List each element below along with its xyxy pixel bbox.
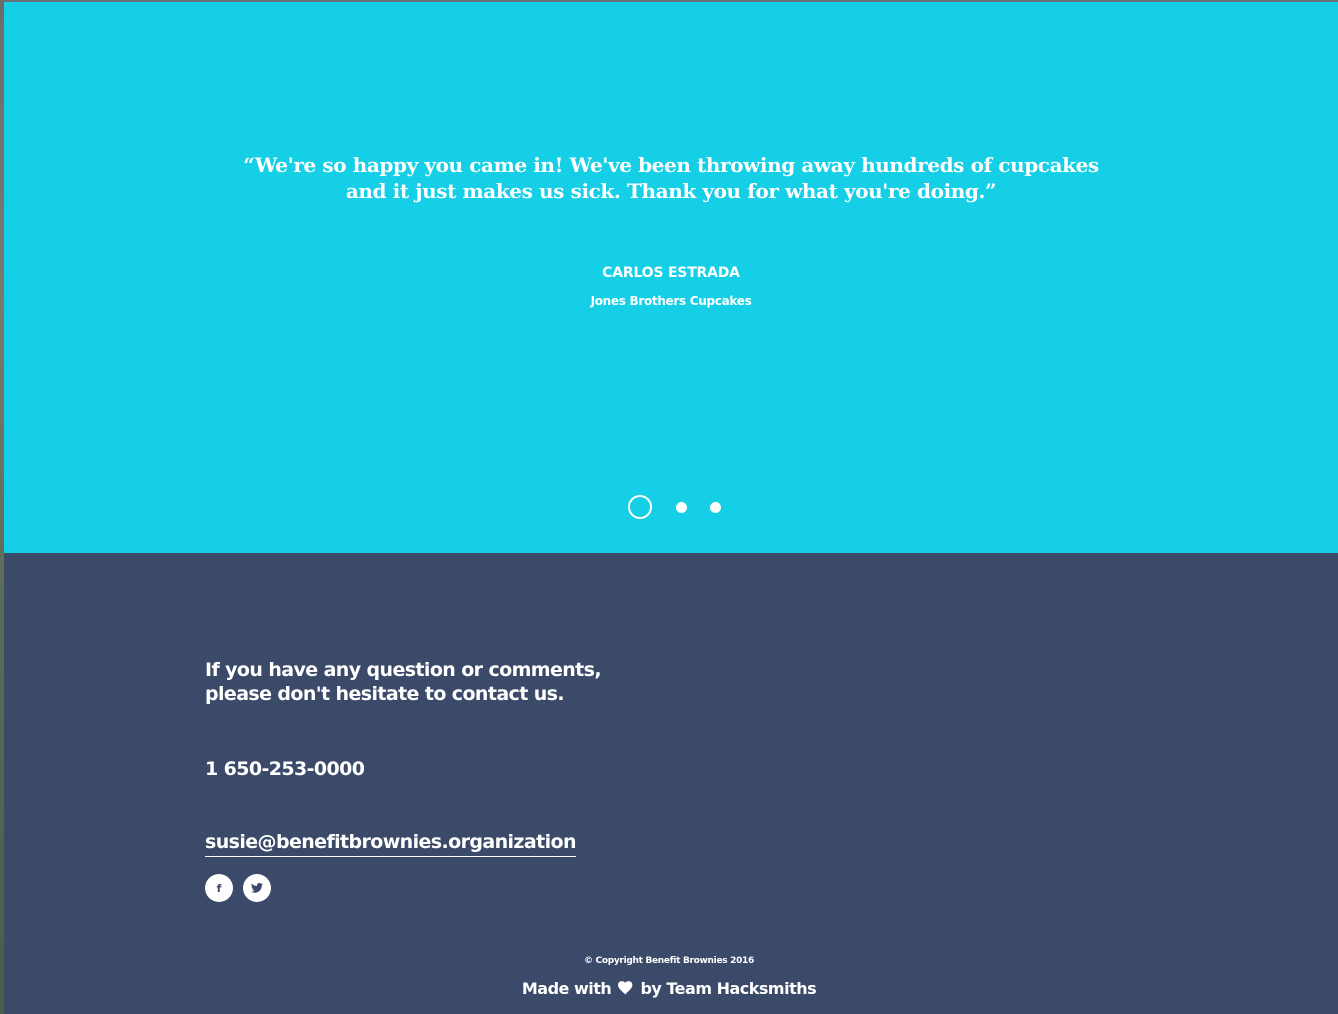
phone-number: 1 650-253-0000: [205, 758, 365, 780]
quote-line: “We're so happy you came in! We've been …: [243, 153, 1099, 177]
carousel-dot-3[interactable]: [710, 502, 721, 513]
carousel-dot-1-active[interactable]: [628, 495, 652, 519]
facebook-button[interactable]: f: [205, 874, 233, 902]
quote-line: and it just makes us sick. Thank you for…: [345, 179, 997, 203]
carousel-dot-2[interactable]: [676, 502, 687, 513]
heart-icon: [618, 981, 633, 995]
testimonial-section: “We're so happy you came in! We've been …: [4, 2, 1338, 553]
twitter-button[interactable]: [243, 874, 271, 902]
contact-intro-line: If you have any question or comments,: [205, 659, 602, 681]
contact-intro-line: please don't hesitate to contact us.: [205, 683, 565, 705]
twitter-icon: [251, 883, 263, 893]
testimonial-author: CARLOS ESTRADA: [602, 265, 740, 281]
facebook-icon: f: [216, 881, 222, 895]
made-with-prefix: Made with: [521, 979, 612, 998]
testimonial-company: Jones Brothers Cupcakes: [590, 294, 752, 308]
testimonial-quote: “We're so happy you came in! We've been …: [4, 152, 1338, 204]
copyright-text: © Copyright Benefit Brownies 2016: [584, 956, 754, 966]
made-with-credit: Made with by Team Hacksmiths: [0, 979, 1338, 998]
made-with-suffix: by Team Hacksmiths: [640, 979, 817, 998]
email-link[interactable]: susie@benefitbrownies.organization: [205, 830, 576, 857]
contact-intro: If you have any question or comments, pl…: [205, 658, 602, 706]
